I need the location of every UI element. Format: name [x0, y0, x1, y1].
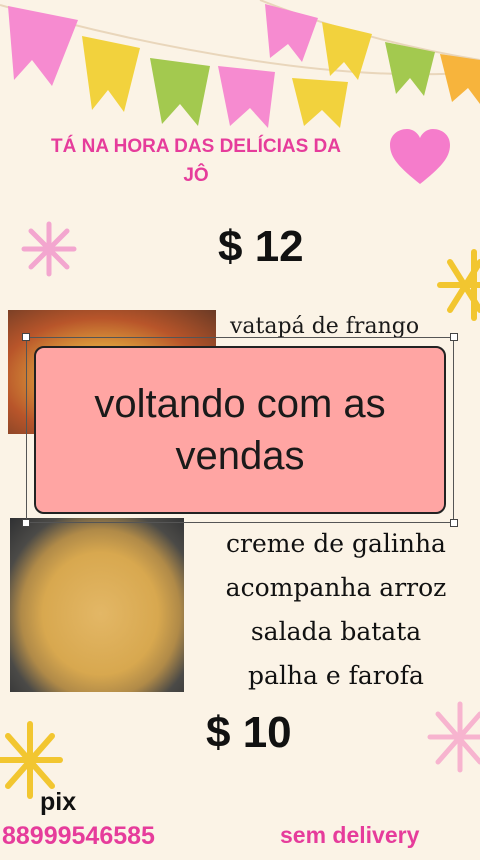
- headline-line-1: TÁ NA HORA DAS DELÍCIAS DA: [51, 136, 341, 157]
- flag: [82, 36, 140, 112]
- overlay-text-box[interactable]: voltando com as vendas: [34, 346, 446, 514]
- dish-description-2: creme de galinha acompanha arroz salada …: [196, 522, 476, 698]
- flag: [265, 4, 318, 62]
- resize-handle-top-right[interactable]: [450, 333, 458, 341]
- price-second: $ 10: [206, 708, 292, 757]
- price-first: $ 12: [218, 222, 304, 271]
- flag: [218, 66, 275, 128]
- star-decoration-icon: [437, 249, 480, 321]
- heart-icon: [390, 129, 450, 184]
- flag: [8, 6, 78, 86]
- phone-number: 88999546585: [2, 822, 155, 850]
- star-decoration-icon: [427, 701, 480, 773]
- resize-handle-top-left[interactable]: [22, 333, 30, 341]
- headline-line-2: JÔ: [183, 165, 209, 186]
- dish-2-line-2: acompanha arroz: [225, 573, 447, 602]
- overlay-text[interactable]: voltando com as vendas: [70, 378, 410, 482]
- dish-2-line-1: creme de galinha: [226, 529, 446, 558]
- flag: [150, 58, 210, 126]
- bunting-decoration: [0, 0, 480, 128]
- dish-photo-creme-de-galinha: [10, 518, 184, 692]
- star-decoration-icon: [21, 221, 77, 277]
- dish-2-line-4: palha e farofa: [248, 661, 424, 690]
- resize-handle-bottom-right[interactable]: [450, 519, 458, 527]
- headline: TÁ NA HORA DAS DELÍCIAS DA JÔ: [6, 132, 386, 190]
- resize-handle-bottom-left[interactable]: [22, 519, 30, 527]
- pix-label: pix: [40, 788, 77, 816]
- dish-2-line-3: salada batata: [250, 617, 422, 646]
- delivery-note: sem delivery: [280, 822, 420, 848]
- flag: [292, 78, 348, 128]
- flag: [440, 54, 480, 104]
